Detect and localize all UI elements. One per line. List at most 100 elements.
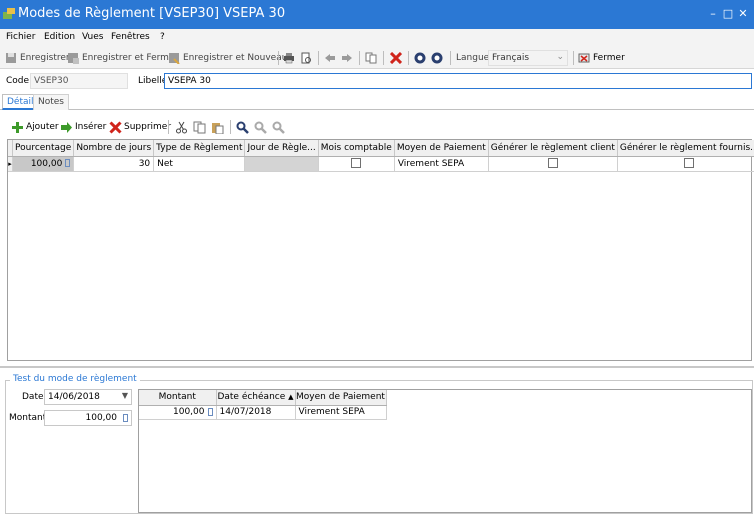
calculator-icon[interactable] — [207, 407, 213, 416]
copy-button[interactable] — [365, 51, 380, 65]
menu-edition[interactable]: Edition — [44, 32, 75, 42]
app-icon — [3, 8, 15, 19]
payment-terms-grid: Pourcentage Nombre de jours Type de Règl… — [7, 139, 754, 361]
table-row[interactable]: 100,00 14/07/2018 Virement SEPA — [139, 405, 387, 420]
test-result-grid: Montant Date échéance ▲ Moyen de Paiemen… — [138, 389, 752, 513]
insert-row-button[interactable]: Insérer — [60, 120, 106, 134]
test-cell-montant[interactable]: 100,00 — [139, 405, 217, 420]
cell-moyen-paiement[interactable]: Virement SEPA — [394, 156, 489, 172]
col-header-pourcentage[interactable]: Pourcentage — [12, 140, 75, 157]
delete-row-button[interactable]: Supprimer — [109, 120, 171, 134]
test-cell-moyen[interactable]: Virement SEPA — [295, 405, 387, 420]
montant-value: 100,00 — [85, 413, 118, 423]
splitter[interactable] — [0, 366, 754, 368]
test-cell-echeance[interactable]: 14/07/2018 — [216, 405, 296, 420]
save-close-button[interactable]: Enregistrer et Fermer — [67, 51, 178, 65]
menu-vues[interactable]: Vues — [82, 32, 103, 42]
montant-field[interactable]: 100,00 — [44, 410, 132, 426]
col-header-reglement-fournisseur[interactable]: Générer le règlement fournis... — [617, 140, 754, 157]
search-prev-icon — [272, 121, 285, 134]
test-col-date-echeance[interactable]: Date échéance ▲ — [216, 390, 296, 406]
print-button[interactable] — [283, 51, 298, 65]
previous-button[interactable] — [324, 51, 339, 65]
next-button[interactable] — [341, 51, 356, 65]
date-label: Date — [22, 392, 44, 402]
mois-comptable-checkbox[interactable] — [351, 158, 362, 169]
menu-fichier[interactable]: Fichier — [6, 32, 35, 42]
cell-mois-comptable[interactable] — [318, 156, 395, 172]
save-new-button[interactable]: Enregistrer et Nouveau — [168, 51, 287, 65]
date-field[interactable]: 14/06/2018 ▼ — [44, 389, 132, 405]
save-new-icon — [169, 53, 180, 64]
test-col-montant[interactable]: Montant — [139, 390, 217, 406]
cell-reglement-client[interactable] — [488, 156, 618, 172]
cell-type-reglement[interactable]: Net — [153, 156, 246, 172]
cell-nombre-jours[interactable]: 30 — [73, 156, 155, 172]
circle-forward-icon — [431, 52, 443, 64]
col-header-nombre-jours[interactable]: Nombre de jours — [73, 140, 155, 157]
print-preview-icon — [301, 52, 311, 64]
montant-label: Montant — [9, 413, 47, 423]
paste-icon — [212, 122, 224, 134]
col-header-mois-comptable[interactable]: Mois comptable — [318, 140, 395, 157]
col-header-moyen-paiement[interactable]: Moyen de Paiement — [394, 140, 489, 157]
search-button[interactable] — [236, 120, 251, 134]
save-close-label: Enregistrer et Fermer — [82, 53, 179, 63]
delete-record-button[interactable] — [390, 51, 405, 65]
search-prev-button[interactable] — [272, 120, 287, 134]
code-field[interactable]: VSEP30 — [30, 73, 128, 89]
libelle-field[interactable]: VSEPA 30 — [164, 73, 752, 89]
save-label: Enregistrer — [20, 53, 70, 63]
delete-icon — [390, 52, 402, 64]
col-header-type-reglement[interactable]: Type de Règlement — [153, 140, 246, 157]
nav-back-button[interactable] — [414, 51, 429, 65]
arrow-left-icon — [325, 54, 335, 62]
save-button[interactable]: Enregistrer — [5, 51, 70, 65]
test-cell-montant-value: 100,00 — [173, 407, 205, 417]
reglement-fournisseur-checkbox[interactable] — [684, 158, 695, 169]
plus-icon — [12, 121, 23, 133]
language-value: Français — [492, 53, 530, 63]
close-button[interactable]: ✕ — [737, 8, 749, 20]
search-next-button[interactable] — [254, 120, 269, 134]
toolbar-separator — [278, 51, 279, 65]
cell-jour-reglement — [244, 156, 319, 172]
maximize-button[interactable]: □ — [722, 8, 734, 20]
minimize-button[interactable]: – — [707, 8, 719, 20]
menu-help[interactable]: ? — [160, 32, 165, 42]
close-form-button[interactable]: Fermer — [578, 51, 625, 65]
nav-forward-button[interactable] — [431, 51, 446, 65]
paste-button[interactable] — [211, 120, 226, 134]
toolbar-separator — [383, 51, 384, 65]
language-select[interactable]: Français ⌄ — [488, 50, 568, 66]
menu-fenetres[interactable]: Fenêtres — [111, 32, 150, 42]
calculator-icon[interactable] — [65, 159, 71, 167]
insert-arrow-icon — [61, 121, 72, 133]
dropdown-arrow-icon[interactable]: ▼ — [122, 391, 128, 400]
grid-toolbar: Ajouter Insérer Supprimer — [0, 117, 754, 137]
code-label: Code — [6, 76, 30, 86]
col-header-jour-reglement[interactable]: Jour de Règle... — [244, 140, 319, 157]
cell-reglement-fournisseur[interactable] — [617, 156, 754, 172]
cell-pourcentage-value: 100,00 — [30, 158, 63, 169]
reglement-client-checkbox[interactable] — [547, 158, 558, 169]
close-form-icon — [578, 53, 590, 63]
tab-bar: Détail Notes — [0, 94, 754, 110]
window-title: Modes de Règlement [VSEP30] VSEPA 30 — [18, 6, 286, 21]
cell-pourcentage[interactable]: 100,00 — [12, 156, 75, 172]
table-row[interactable]: ▸ 100,00 30 Net Virement SEPA — [8, 156, 754, 172]
test-group-title: Test du mode de règlement — [10, 374, 140, 384]
calculator-icon[interactable] — [123, 414, 128, 422]
test-col-moyen-paiement[interactable]: Moyen de Paiement — [295, 390, 387, 406]
add-row-button[interactable]: Ajouter — [11, 120, 59, 134]
scissors-icon — [176, 121, 187, 133]
print-preview-button[interactable] — [300, 51, 315, 65]
main-toolbar: Enregistrer Enregistrer et Fermer Enregi… — [0, 47, 754, 69]
sort-ascending-icon: ▲ — [288, 393, 294, 402]
copy-row-button[interactable] — [193, 120, 208, 134]
close-form-label: Fermer — [593, 53, 625, 63]
insert-row-label: Insérer — [75, 122, 107, 132]
tab-notes[interactable]: Notes — [33, 94, 69, 110]
col-header-reglement-client[interactable]: Générer le règlement client — [488, 140, 618, 157]
cut-button[interactable] — [175, 120, 190, 134]
